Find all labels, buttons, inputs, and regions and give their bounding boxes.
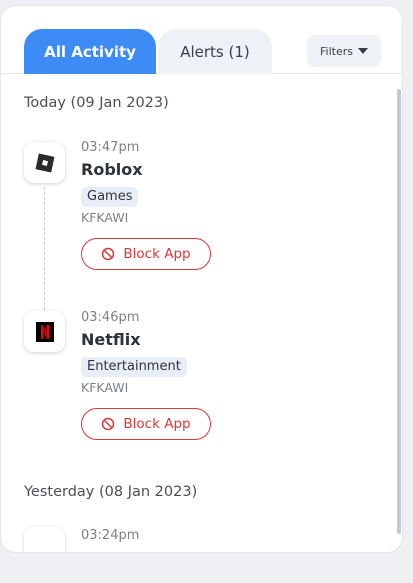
- scrollbar[interactable]: [397, 89, 401, 534]
- activity-time: 03:47pm: [81, 140, 140, 155]
- date-header-yesterday: Yesterday (08 Jan 2023): [24, 484, 198, 500]
- filters-label: Filters: [320, 44, 353, 58]
- block-icon: [102, 247, 115, 261]
- date-header-today: Today (09 Jan 2023): [24, 95, 169, 111]
- tab-all-activity[interactable]: All Activity: [24, 29, 156, 74]
- app-name: Netflix: [81, 330, 141, 349]
- scrollbar-thumb[interactable]: [397, 89, 401, 534]
- block-app-label: Block App: [123, 416, 191, 432]
- block-app-label: Block App: [123, 246, 191, 262]
- activity-time: 03:46pm: [81, 310, 140, 325]
- netflix-icon: [24, 311, 65, 352]
- tab-all-activity-label: All Activity: [44, 42, 136, 61]
- filters-button[interactable]: Filters: [307, 35, 381, 67]
- tab-bar: All Activity Alerts (1) Filters: [1, 6, 402, 74]
- timeline-connector: [44, 187, 45, 315]
- category-badge: Entertainment: [81, 357, 187, 377]
- activity-time: 03:24pm: [81, 528, 140, 543]
- activity-card: All Activity Alerts (1) Filters Today (0…: [0, 5, 403, 553]
- app-name: Roblox: [81, 160, 143, 179]
- block-icon: [102, 417, 115, 431]
- roblox-icon: [24, 142, 65, 183]
- block-app-button[interactable]: Block App: [81, 408, 211, 440]
- device-name: KFKAWI: [81, 210, 129, 225]
- device-name: KFKAWI: [81, 380, 129, 395]
- block-app-button[interactable]: Block App: [81, 238, 211, 270]
- category-badge: Games: [81, 187, 139, 207]
- app-icon-partial: [24, 527, 65, 552]
- caret-down-icon: [357, 48, 368, 54]
- tab-alerts[interactable]: Alerts (1): [158, 29, 272, 74]
- tab-alerts-label: Alerts (1): [180, 42, 250, 61]
